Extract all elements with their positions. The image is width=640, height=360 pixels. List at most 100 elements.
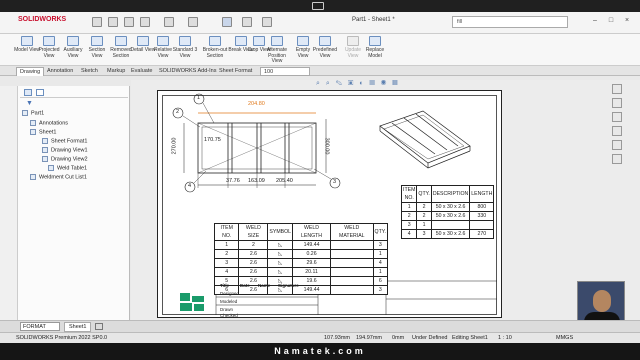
standard-3-view-button[interactable]: Standard 3 View: [172, 36, 198, 64]
tab-sketch[interactable]: Sketch: [78, 67, 101, 76]
top-strip: [0, 0, 640, 12]
auxiliary-view-icon: [67, 36, 79, 46]
update-view-icon: [347, 36, 359, 46]
projected-view-button[interactable]: Projected View: [36, 36, 62, 64]
predefined-view-button[interactable]: Predefined View: [312, 36, 338, 64]
dim-bottom-1[interactable]: 37.76: [226, 178, 240, 184]
dim-bottom-3[interactable]: 205.40: [276, 178, 293, 184]
tree-item-sheet1[interactable]: Sheet1: [30, 129, 56, 135]
drawing-sheet[interactable]: 204.80 270.00 300.00 170.75 37.76 163.09…: [157, 90, 502, 318]
table-header-row: ITEM NO. QTY. DESCRIPTION LENGTH: [400, 185, 495, 203]
featuremanager-tab-icon[interactable]: [24, 89, 32, 96]
tree-item-annotations[interactable]: Annotations: [30, 120, 68, 126]
table-header: QTY.: [416, 185, 432, 203]
format-select[interactable]: FORMAT: [20, 322, 60, 331]
isometric-view: [379, 110, 471, 169]
heads-up-view-toolbar[interactable]: ⌕ ⌕ ✎ ▣ ◐ ▤ ◉ ▦: [316, 80, 426, 88]
tree-item-drawing-view1[interactable]: Drawing View1: [42, 147, 88, 153]
tab-sheet-format[interactable]: Sheet Format: [216, 67, 255, 76]
table-row: 1 2 50 x 30 x 2.6 800: [400, 202, 495, 212]
replace-model-icon: [369, 36, 381, 46]
propertymanager-tab-icon[interactable]: [36, 89, 44, 96]
brand-logo: SOLIDWORKS: [18, 16, 67, 23]
dim-left[interactable]: 270.00: [171, 138, 177, 155]
drawing-icon: [22, 110, 28, 116]
open-icon[interactable]: [124, 17, 134, 27]
tab-solidworks-add-ins[interactable]: SOLIDWORKS Add-Ins: [156, 67, 219, 76]
tree-item-part1[interactable]: Part1: [22, 110, 44, 116]
view-palette-icon[interactable]: [612, 126, 622, 136]
zoom-field[interactable]: 100: [260, 67, 310, 76]
table-header: WELD SIZE: [238, 223, 269, 241]
maximize-icon[interactable]: □: [606, 16, 616, 26]
namatek-logo-mark: [177, 290, 207, 314]
section-view-button[interactable]: Section View: [84, 36, 110, 64]
select-icon[interactable]: [222, 17, 232, 27]
annotations-icon: [30, 120, 36, 126]
search-input[interactable]: fill: [452, 16, 568, 28]
design-library-icon[interactable]: [612, 98, 622, 108]
watermark-footer: Namatek.com: [0, 343, 640, 360]
cut-list-icon: [30, 174, 36, 180]
options-icon[interactable]: [262, 17, 272, 27]
table-header: WELD LENGTH: [292, 223, 332, 241]
home-icon[interactable]: [92, 17, 102, 27]
status-y: 194.97mm: [356, 335, 382, 341]
table-header: ITEM NO.: [213, 223, 240, 241]
resources-icon[interactable]: [612, 84, 622, 94]
rebuild-icon[interactable]: [242, 17, 252, 27]
print-icon[interactable]: [164, 17, 174, 27]
drawing-view-icon: [42, 156, 48, 162]
status-x: 107.93mm: [324, 335, 350, 341]
undo-icon[interactable]: [188, 17, 198, 27]
tab-evaluate[interactable]: Evaluate: [128, 67, 155, 76]
status-scale[interactable]: 1 : 10: [498, 335, 512, 341]
add-sheet-icon[interactable]: [95, 323, 103, 330]
status-units[interactable]: MMGS: [556, 335, 573, 341]
table-header: DESCRIPTION: [430, 185, 471, 203]
sheet-tab-sheet1[interactable]: Sheet1: [64, 322, 92, 332]
removed-section-icon: [115, 36, 127, 46]
tree-item-weldment-cut-list1[interactable]: Weldment Cut List1: [30, 174, 87, 180]
document-title: Part1 - Sheet1 *: [352, 17, 395, 23]
model-view-icon: [21, 36, 33, 46]
filter-icon[interactable]: ▼: [26, 100, 33, 107]
titleblock-label-name: Name: [258, 283, 271, 288]
titleblock-label-title: Title: [220, 283, 230, 288]
replace-model-button[interactable]: Replace Model: [362, 36, 388, 64]
auxiliary-view-button[interactable]: Auxiliary View: [60, 36, 86, 64]
dim-right[interactable]: 300.00: [323, 138, 329, 155]
sheet-format-icon: [42, 138, 48, 144]
command-tabs: Drawing Annotation Sketch Markup Evaluat…: [0, 66, 640, 76]
tab-drawing[interactable]: Drawing: [16, 67, 45, 76]
dim-top[interactable]: 204.80: [248, 101, 265, 107]
app-menu-icon[interactable]: [312, 2, 324, 10]
drawing-view-icon: [42, 147, 48, 153]
custom-properties-icon[interactable]: [612, 154, 622, 164]
file-explorer-icon[interactable]: [612, 112, 622, 122]
tree-item-drawing-view2[interactable]: Drawing View2: [42, 156, 88, 162]
broken-out-section-button[interactable]: Broken-out Section: [202, 36, 228, 64]
appearances-icon[interactable]: [612, 140, 622, 150]
predefined-view-icon: [319, 36, 331, 46]
cut-list-table[interactable]: ITEM NO. QTY. DESCRIPTION LENGTH 1 2 50 x …: [400, 185, 495, 239]
alternate-position-view-button[interactable]: Alternate Position View: [264, 36, 290, 64]
close-icon[interactable]: ×: [622, 16, 632, 26]
fillet-weld-symbol-icon: ◺: [267, 240, 294, 250]
standard-3-view-icon: [179, 36, 191, 46]
sheet-icon: [30, 129, 36, 135]
solidworks-window: SOLIDWORKS Part1 - Sheet1 * fill – □ × M…: [0, 0, 640, 343]
table-row: 2 2 50 x 30 x 2.6 330: [400, 211, 495, 221]
tab-markup[interactable]: Markup: [104, 67, 128, 76]
tree-item-weld-table1[interactable]: Weld Table1: [48, 165, 87, 171]
dim-bottom-2[interactable]: 163.09: [248, 178, 265, 184]
new-icon[interactable]: [108, 17, 118, 27]
table-row: 4 3 50 x 30 x 2.6 270: [400, 229, 495, 239]
tab-annotation[interactable]: Annotation: [44, 67, 76, 76]
minimize-icon[interactable]: –: [590, 16, 600, 26]
titleblock-label-modeled: Modeled: [220, 299, 238, 304]
tree-item-sheet-format1[interactable]: Sheet Format1: [42, 138, 87, 144]
save-icon[interactable]: [140, 17, 150, 27]
dim-inner[interactable]: 170.75: [204, 137, 221, 143]
section-view-icon: [91, 36, 103, 46]
